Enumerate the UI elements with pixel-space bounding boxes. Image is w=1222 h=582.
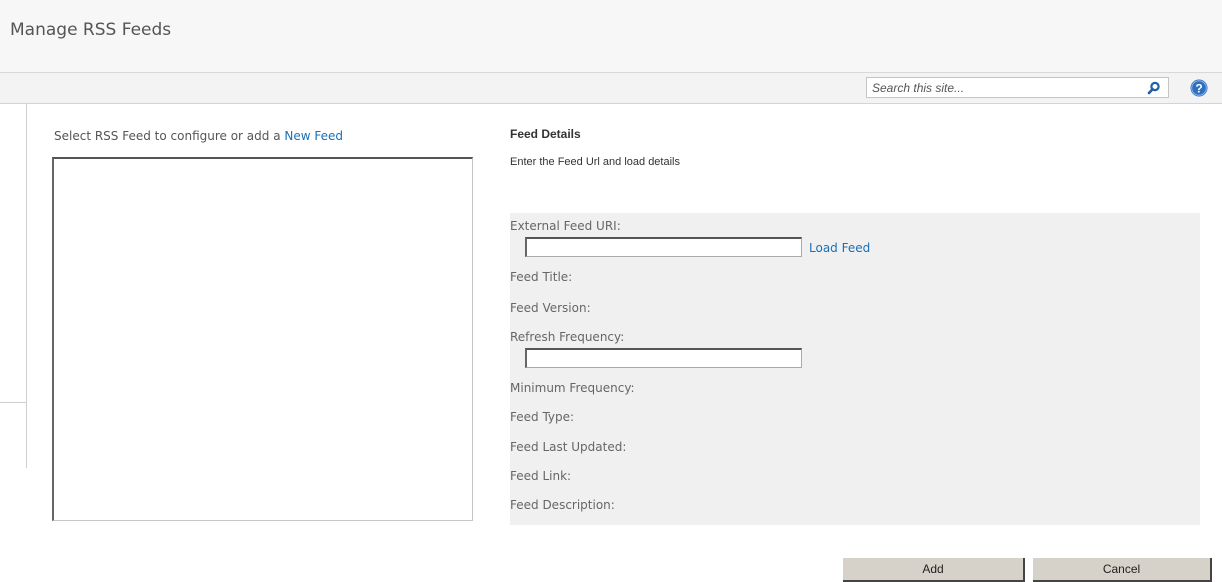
rss-feed-list[interactable] bbox=[52, 157, 473, 521]
help-button[interactable]: ? bbox=[1190, 79, 1208, 97]
external-feed-uri-input[interactable] bbox=[525, 237, 802, 257]
feed-link-label: Feed Link: bbox=[510, 469, 572, 483]
page-title: Manage RSS Feeds bbox=[10, 20, 172, 40]
refresh-frequency-label: Refresh Frequency: bbox=[510, 330, 625, 344]
feed-details-instructions: Enter the Feed Url and load details bbox=[510, 156, 680, 168]
feed-version-label: Feed Version: bbox=[510, 301, 591, 315]
title-bar: Manage RSS Feeds bbox=[0, 0, 1222, 73]
load-feed-link[interactable]: Load Feed bbox=[809, 241, 870, 255]
feed-title-label: Feed Title: bbox=[510, 270, 573, 284]
search-input[interactable] bbox=[867, 78, 1137, 97]
search-bar bbox=[0, 73, 1222, 104]
add-button[interactable]: Add bbox=[843, 558, 1025, 582]
feed-last-updated-label: Feed Last Updated: bbox=[510, 440, 627, 454]
search-box bbox=[866, 77, 1169, 98]
feed-details-heading: Feed Details bbox=[510, 127, 581, 141]
search-icon bbox=[1147, 81, 1160, 94]
feed-select-instructions: Select RSS Feed to configure or add a Ne… bbox=[54, 129, 343, 143]
refresh-frequency-input[interactable] bbox=[525, 348, 802, 368]
left-rail bbox=[0, 104, 27, 468]
feed-description-label: Feed Description: bbox=[510, 498, 615, 512]
feed-type-label: Feed Type: bbox=[510, 410, 575, 424]
cancel-button[interactable]: Cancel bbox=[1033, 558, 1212, 582]
search-button[interactable] bbox=[1139, 78, 1168, 97]
intro-text: Select RSS Feed to configure or add a bbox=[54, 129, 285, 143]
new-feed-link[interactable]: New Feed bbox=[284, 129, 343, 143]
rail-divider bbox=[0, 402, 26, 403]
external-feed-uri-label: External Feed URI: bbox=[510, 219, 621, 233]
minimum-frequency-label: Minimum Frequency: bbox=[510, 381, 635, 395]
feed-details-panel: External Feed URI: Load Feed Feed Title:… bbox=[510, 213, 1200, 525]
help-icon: ? bbox=[1190, 79, 1208, 97]
svg-text:?: ? bbox=[1195, 82, 1202, 96]
